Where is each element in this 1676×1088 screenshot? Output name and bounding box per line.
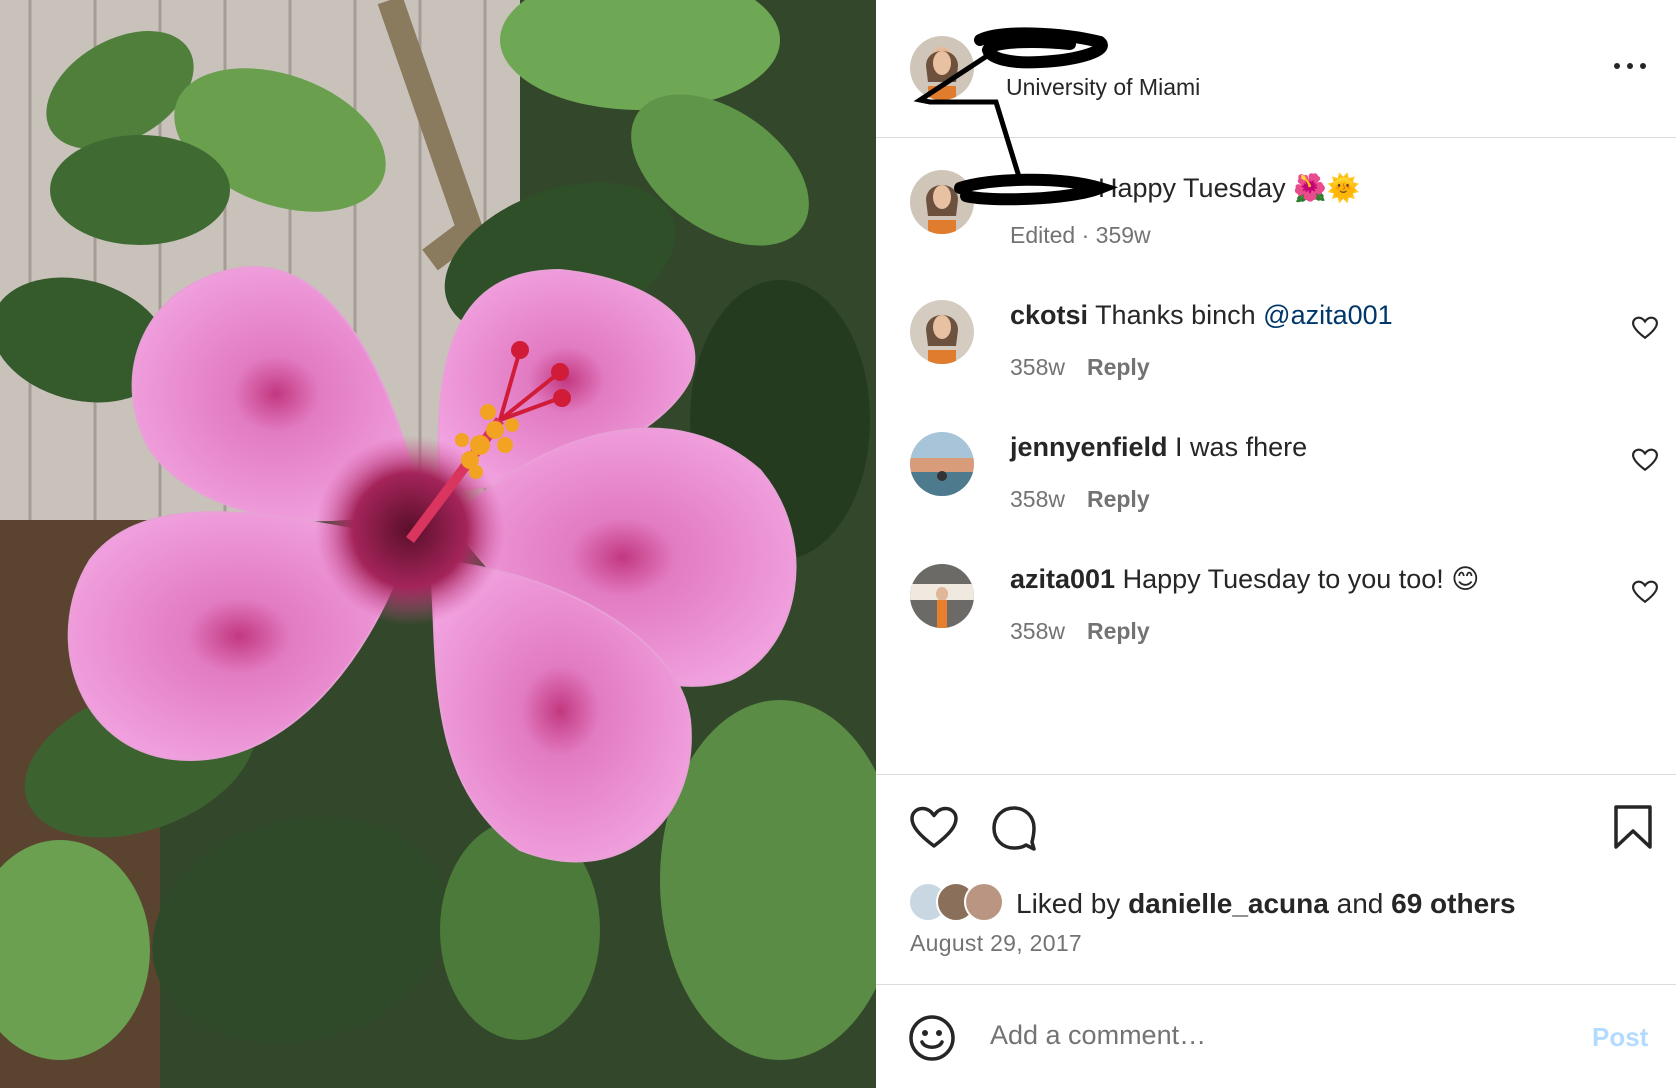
emoji-smiley-icon[interactable] <box>908 1014 956 1062</box>
post-location[interactable]: University of Miami <box>1006 74 1200 101</box>
caption-text: Happy Tuesday 🌺🌞 <box>1098 173 1361 203</box>
heart-icon[interactable] <box>910 806 958 850</box>
comment-age: 358w <box>1010 354 1065 380</box>
comment-heart-icon[interactable] <box>1632 580 1658 604</box>
liked-by-user[interactable]: danielle_acuna <box>1128 888 1329 919</box>
bookmark-icon[interactable] <box>1612 804 1654 850</box>
post-photo <box>0 0 876 1088</box>
comment-meta: 358w Reply <box>1010 618 1150 645</box>
post-header <box>876 0 1676 138</box>
comment-username[interactable]: ckotsi <box>1010 300 1088 330</box>
liked-by-others[interactable]: 69 others <box>1391 888 1516 919</box>
post-panel <box>876 0 1676 1088</box>
reply-button[interactable]: Reply <box>1087 486 1150 512</box>
liked-by-avatars[interactable] <box>908 882 1008 924</box>
liked-by-text: Liked by danielle_acuna and 69 others <box>1016 888 1516 920</box>
comment-text: jennyenfield I was fhere <box>1010 432 1307 463</box>
comment-avatar[interactable] <box>910 432 974 496</box>
comment-body: Happy Tuesday to you too! 😊 <box>1122 564 1480 594</box>
comment-bubble-icon[interactable] <box>990 804 1038 852</box>
comment-heart-icon[interactable] <box>1632 316 1658 340</box>
caption-meta: Edited · 359w <box>1010 222 1151 248</box>
section-divider <box>876 774 1676 775</box>
liked-by-connector: and <box>1328 888 1392 919</box>
comment-meta: 358w Reply <box>1010 354 1150 381</box>
post-button[interactable]: Post <box>1592 1022 1648 1053</box>
comment-meta: 358w Reply <box>1010 486 1150 513</box>
liked-by-prefix: Liked by <box>1016 888 1129 919</box>
comment-username[interactable]: azita001 <box>1010 564 1115 594</box>
caption-avatar[interactable] <box>910 170 974 234</box>
comment-text: azita001 Happy Tuesday to you too! 😊 <box>1010 564 1479 595</box>
author-avatar[interactable] <box>910 36 974 100</box>
comment-text: ckotsi Thanks binch @azita001 <box>1010 300 1393 331</box>
hibiscus-photo <box>0 0 876 1088</box>
liker-avatar <box>964 882 1004 922</box>
comment-body: Thanks binch <box>1095 300 1264 330</box>
post-date: August 29, 2017 <box>910 930 1083 956</box>
comment-body: I was fhere <box>1175 432 1308 462</box>
reply-button[interactable]: Reply <box>1087 354 1150 380</box>
reply-button[interactable]: Reply <box>1087 618 1150 644</box>
comment-mention[interactable]: @azita001 <box>1263 300 1393 330</box>
comment-age: 358w <box>1010 618 1065 644</box>
section-divider <box>876 984 1676 985</box>
more-horizontal-icon[interactable] <box>1608 52 1652 78</box>
comment-username[interactable]: jennyenfield <box>1010 432 1168 462</box>
comment-avatar[interactable] <box>910 300 974 364</box>
comment-input[interactable] <box>990 1020 1550 1051</box>
comment-heart-icon[interactable] <box>1632 448 1658 472</box>
comment-age: 358w <box>1010 486 1065 512</box>
comment-avatar[interactable] <box>910 564 974 628</box>
